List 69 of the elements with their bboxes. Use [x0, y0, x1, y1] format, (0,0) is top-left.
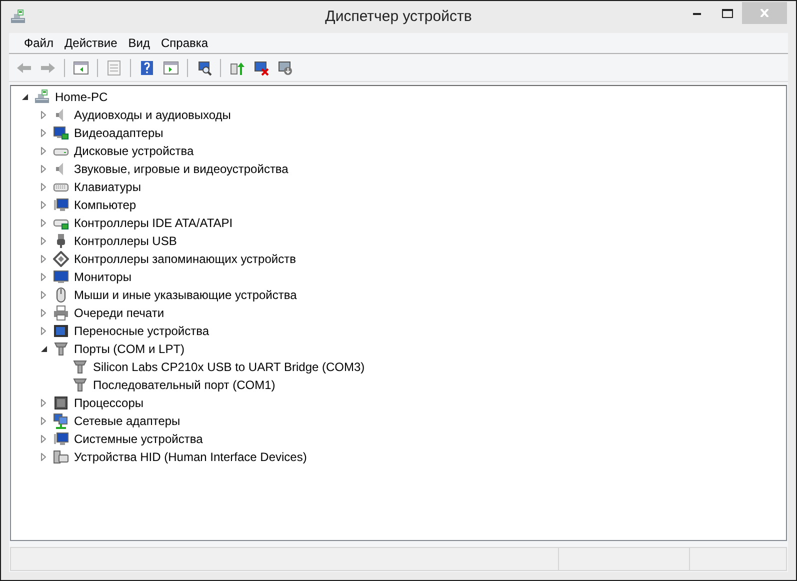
computer-icon: [10, 9, 26, 25]
port-icon: [53, 341, 69, 357]
tree-item[interactable]: Клавиатуры: [72, 178, 143, 196]
expand-arrow-icon[interactable]: [41, 111, 46, 119]
expand-arrow-icon[interactable]: [41, 291, 46, 299]
tree-item[interactable]: Порты (COM и LPT): [72, 340, 187, 358]
expand-arrow-icon[interactable]: [41, 201, 46, 209]
expand-arrow-icon[interactable]: [41, 237, 46, 245]
tree-item[interactable]: Мониторы: [72, 268, 134, 286]
tree-item[interactable]: Дисковые устройства: [72, 142, 196, 160]
tree-item[interactable]: Системные устройства: [72, 430, 205, 448]
diamond-icon: [53, 251, 69, 267]
collapse-arrow-icon[interactable]: [40, 346, 46, 352]
window-title: Диспетчер устройств: [325, 6, 472, 27]
menu-item[interactable]: Файл: [19, 34, 59, 52]
tree-item[interactable]: Контроллеры запоминающих устройств: [72, 250, 298, 268]
tree-item[interactable]: Переносные устройства: [72, 322, 212, 340]
tree-item[interactable]: Очереди печати: [72, 304, 166, 322]
maximize-icon: [722, 8, 732, 18]
window-panel-icon: [73, 60, 89, 76]
tree-item[interactable]: Silicon Labs CP210x USB to UART Bridge (COM3): [91, 358, 367, 376]
tree-item[interactable]: Home-PC: [53, 88, 110, 106]
monitor-icon: [53, 125, 69, 141]
document-window-icon: [106, 60, 122, 76]
expand-arrow-icon[interactable]: [41, 147, 46, 155]
chip-icon: [53, 395, 69, 411]
expand-arrow-icon[interactable]: [41, 129, 46, 137]
tree-item[interactable]: Процессоры: [72, 394, 146, 412]
tree-item[interactable]: Видеоадаптеры: [72, 124, 166, 142]
port-icon: [72, 359, 88, 375]
tree-item[interactable]: Мыши и иные указывающие устройства: [72, 286, 299, 304]
expand-arrow-icon[interactable]: [41, 399, 46, 407]
expand-arrow-icon[interactable]: [41, 435, 46, 443]
port-icon: [72, 377, 88, 393]
expand-arrow-icon[interactable]: [41, 219, 46, 227]
expand-arrow-icon[interactable]: [41, 183, 46, 191]
tree-item[interactable]: Контроллеры USB: [72, 232, 179, 250]
tree-item[interactable]: Сетевые адаптеры: [72, 412, 182, 430]
collapse-arrow-icon[interactable]: [22, 94, 28, 100]
computer-icon: [34, 89, 50, 105]
monitor-icon: [53, 269, 69, 285]
monitor-search-icon: [196, 60, 212, 76]
network-icon: [53, 413, 69, 429]
printer-icon: [53, 305, 69, 321]
expand-arrow-icon[interactable]: [41, 309, 46, 317]
menu-item[interactable]: Вид: [123, 34, 155, 52]
window-panel-icon: [163, 60, 179, 76]
device-arrow-down-icon: [277, 60, 293, 76]
minimize-icon: [693, 12, 701, 14]
tree-item[interactable]: Аудиовходы и аудиовыходы: [72, 106, 233, 124]
help-icon: [139, 60, 155, 76]
expand-arrow-icon[interactable]: [41, 273, 46, 281]
computer-icon: [53, 431, 69, 447]
tree-item[interactable]: Компьютер: [72, 196, 138, 214]
expand-arrow-icon[interactable]: [41, 327, 46, 335]
menu-item[interactable]: Справка: [156, 34, 214, 52]
close-icon: [760, 9, 769, 17]
tree-item[interactable]: Звуковые, игровые и видеоустройства: [72, 160, 290, 178]
computer-icon: [53, 197, 69, 213]
tree-item[interactable]: Контроллеры IDE ATA/ATAPI: [72, 214, 235, 232]
tree-item[interactable]: Устройства HID (Human Interface Devices): [72, 448, 309, 466]
monitor-cross-icon: [253, 60, 269, 76]
expand-arrow-icon[interactable]: [41, 255, 46, 263]
expand-arrow-icon[interactable]: [41, 165, 46, 173]
tablet-icon: [53, 323, 69, 339]
expand-arrow-icon[interactable]: [41, 417, 46, 425]
menu-item[interactable]: Действие: [60, 34, 122, 52]
tree-item[interactable]: Последовательный порт (COM1): [91, 376, 278, 394]
expand-arrow-icon[interactable]: [41, 453, 46, 461]
